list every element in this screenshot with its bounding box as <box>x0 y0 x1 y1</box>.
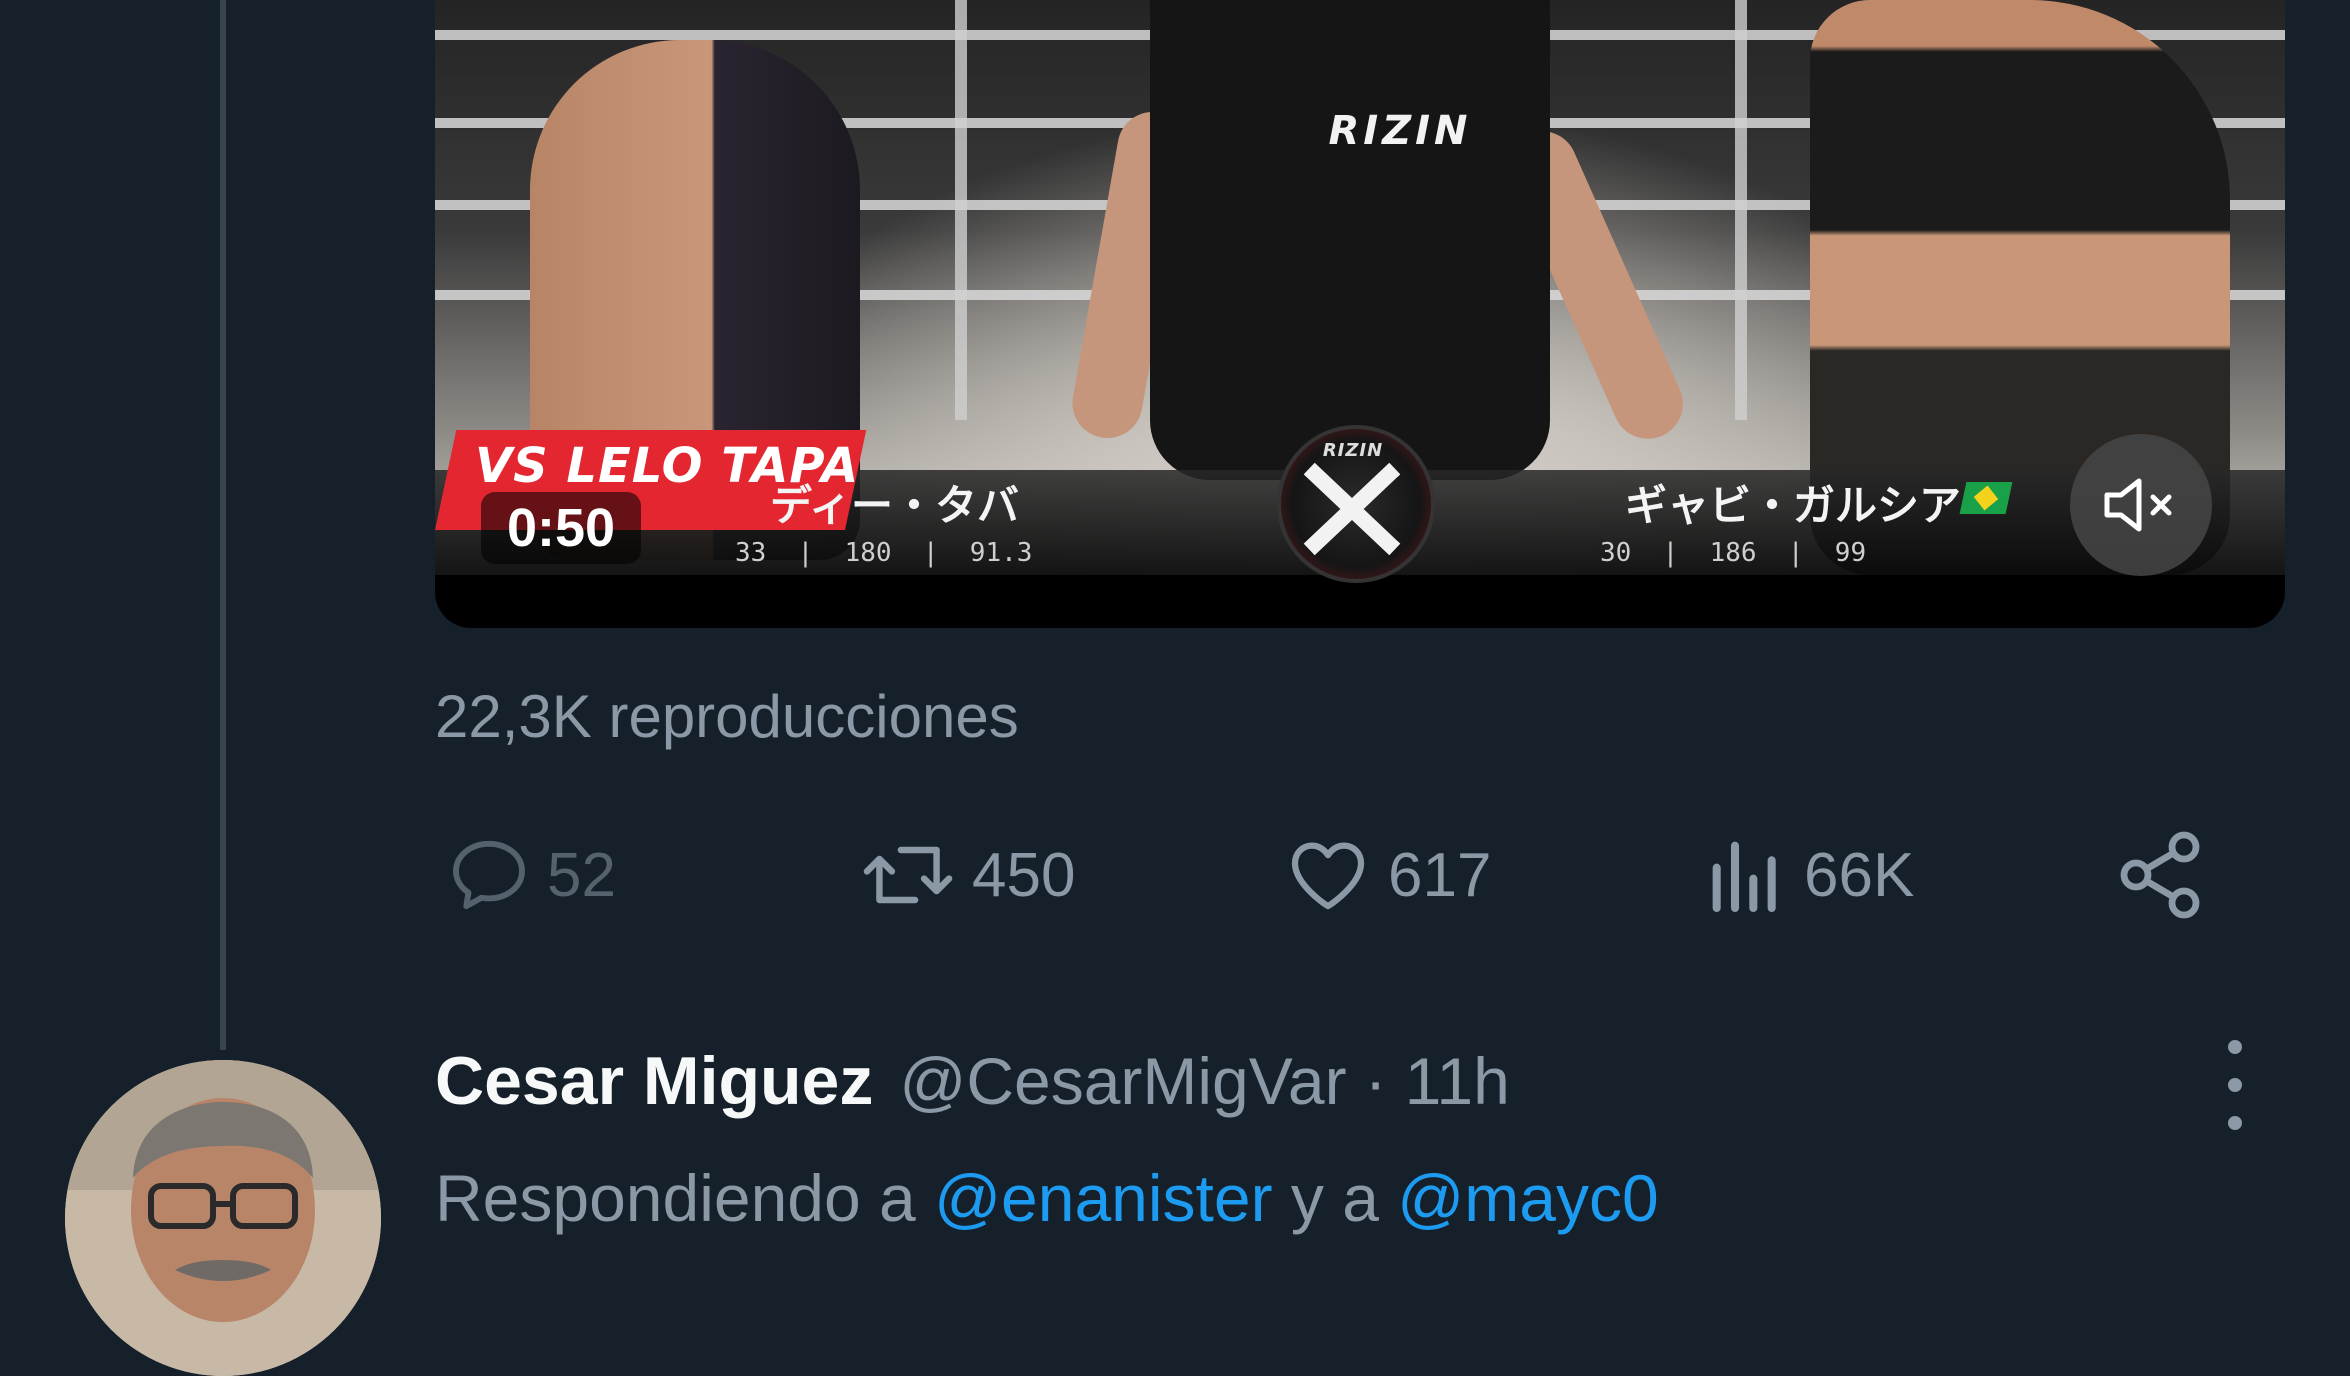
speaker-muted-icon <box>2104 478 2172 532</box>
like-count: 617 <box>1388 840 1492 910</box>
author-handle[interactable]: @CesarMigVar <box>899 1043 1346 1119</box>
avatar[interactable] <box>65 1060 381 1376</box>
brazil-flag-icon <box>1959 482 2013 514</box>
replying-joiner: y a <box>1272 1161 1398 1235</box>
retweet-icon <box>863 846 953 904</box>
tweet-author-row: Cesar Miguez @CesarMigVar · 11h <box>435 1042 1510 1120</box>
more-dot <box>2228 1116 2242 1130</box>
views-button[interactable]: 66K <box>1702 820 1914 930</box>
retweet-count: 450 <box>972 840 1076 910</box>
share-button[interactable] <box>2112 820 2222 930</box>
fighter-right-name: ギャビ・ガルシア <box>1625 481 1962 530</box>
bar-chart-icon <box>1712 841 1776 913</box>
user-photo <box>65 1060 381 1376</box>
replying-prefix: Respondiendo a <box>435 1161 935 1235</box>
retweet-button[interactable]: 450 <box>858 820 1075 930</box>
views-count: 66K <box>1804 840 1915 910</box>
more-dot <box>2228 1040 2242 1054</box>
separator-dot: · <box>1364 1044 1387 1118</box>
tweet-timestamp[interactable]: 11h <box>1405 1043 1510 1119</box>
fighter-right-stats: 30 | 186 | 99 <box>1600 538 1867 568</box>
vs-x-icon <box>1303 462 1401 556</box>
reply-button[interactable]: 52 <box>445 820 616 930</box>
referee <box>1150 0 1550 480</box>
replying-to-line: Respondiendo a @enanister y a @mayc0 <box>435 1160 1659 1236</box>
heart-icon <box>1291 842 1365 910</box>
author-name[interactable]: Cesar Miguez <box>435 1042 873 1120</box>
mute-button[interactable] <box>2070 434 2212 576</box>
referee-shirt-logo: RIZIN <box>1328 108 1472 154</box>
fighter-left-name: ディー・タバ <box>770 481 1020 530</box>
more-dot <box>2228 1078 2242 1092</box>
reply-icon <box>453 840 525 910</box>
share-icon <box>2120 831 2200 919</box>
video-duration-badge: 0:50 <box>481 492 641 564</box>
video-player[interactable]: RIZIN VS LELO TAPA ディー・タバ ギャビ・ガルシア 33 | … <box>435 0 2285 628</box>
reply-count: 52 <box>547 840 616 910</box>
thread-connector-line <box>220 0 226 1050</box>
mention-link-2[interactable]: @mayc0 <box>1397 1161 1658 1235</box>
more-options-button[interactable] <box>2215 1040 2255 1130</box>
mention-link-1[interactable]: @enanister <box>934 1161 1273 1235</box>
ring-post <box>1735 0 1747 420</box>
fighter-left-stats: 33 | 180 | 91.3 <box>735 538 1033 568</box>
ring-post <box>955 0 967 420</box>
like-button[interactable]: 617 <box>1282 820 1491 930</box>
view-count: 22,3K reproducciones <box>435 683 1019 750</box>
